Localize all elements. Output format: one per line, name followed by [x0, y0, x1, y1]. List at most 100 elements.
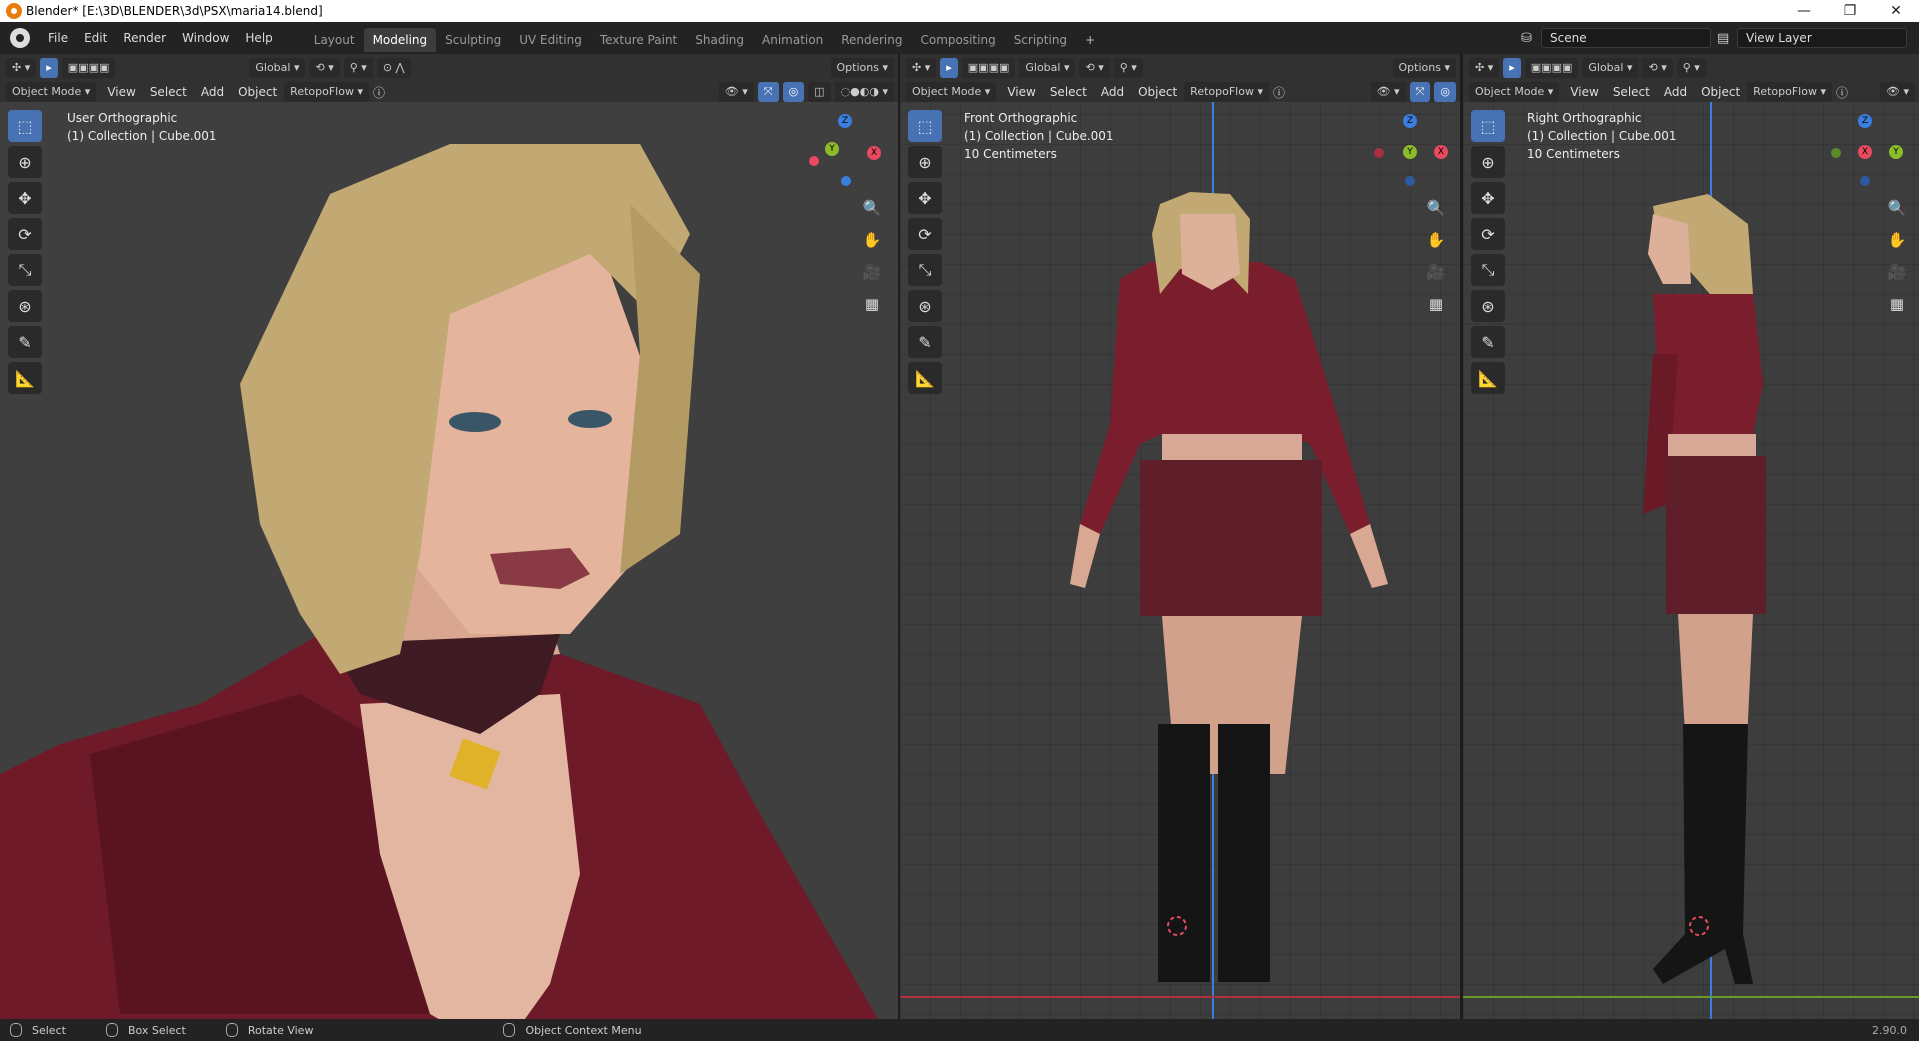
menu-select[interactable]: Select: [1043, 85, 1094, 99]
navigation-gizmo[interactable]: Z X Y: [1831, 110, 1913, 190]
x-axis-icon[interactable]: X: [867, 146, 881, 160]
z-axis-icon[interactable]: Z: [838, 114, 852, 128]
xray-toggle-icon[interactable]: ◫: [808, 82, 831, 102]
snap-icon[interactable]: ⚲ ▾: [343, 58, 373, 78]
mode-dropdown[interactable]: Object Mode ▾: [6, 82, 97, 102]
view-layer-icon[interactable]: ▤: [1717, 31, 1737, 46]
neg-x-axis-icon[interactable]: [809, 156, 819, 166]
measure-icon[interactable]: 📐: [908, 362, 942, 394]
camera-icon[interactable]: 🎥: [1883, 258, 1911, 286]
rotate-icon[interactable]: ⟳: [908, 218, 942, 250]
zoom-icon[interactable]: 🔍: [858, 194, 886, 222]
scene-selector[interactable]: Scene: [1541, 28, 1711, 48]
visibility-icon[interactable]: 👁 ▾: [1370, 82, 1406, 102]
select-box-icon[interactable]: ⬚: [1471, 110, 1505, 142]
y-axis-icon[interactable]: Y: [1889, 145, 1903, 159]
rotate-icon[interactable]: ⟳: [1471, 218, 1505, 250]
select-box-icon[interactable]: ⬚: [8, 110, 42, 142]
gizmo-toggle-icon[interactable]: ⤧: [757, 82, 779, 102]
restore-button[interactable]: ❐: [1827, 0, 1873, 22]
transform-icon[interactable]: ⊛: [908, 290, 942, 322]
view-layer-selector[interactable]: View Layer: [1737, 28, 1907, 48]
tab-uv-editing[interactable]: UV Editing: [510, 28, 591, 52]
menu-add[interactable]: Add: [1657, 85, 1694, 99]
transform-orientation-dropdown[interactable]: Global ▾: [1019, 58, 1076, 78]
viewport-user[interactable]: ✣ ▾ ▸ ▣▣▣▣ Global ▾ ⟲ ▾ ⚲ ▾ ⊙ ⋀ Options …: [0, 54, 898, 1019]
neg-z-axis-icon[interactable]: [1405, 176, 1415, 186]
menu-edit[interactable]: Edit: [76, 27, 115, 49]
select-mode-icon[interactable]: ▸: [1503, 58, 1521, 78]
scale-icon[interactable]: ⤡: [1471, 254, 1505, 286]
editor-type-icon[interactable]: ✣ ▾: [1469, 58, 1500, 78]
cursor-icon[interactable]: ⊕: [908, 146, 942, 178]
help-icon[interactable]: ⓘ: [373, 84, 385, 101]
tab-compositing[interactable]: Compositing: [911, 28, 1004, 52]
menu-object[interactable]: Object: [231, 85, 284, 99]
move-icon[interactable]: ✥: [908, 182, 942, 214]
retopoflow-dropdown[interactable]: RetopoFlow ▾: [284, 82, 369, 102]
annotate-icon[interactable]: ✎: [8, 326, 42, 358]
tab-scripting[interactable]: Scripting: [1005, 28, 1076, 52]
cursor-icon[interactable]: ⊕: [1471, 146, 1505, 178]
y-axis-icon[interactable]: Y: [825, 142, 839, 156]
scale-icon[interactable]: ⤡: [908, 254, 942, 286]
menu-object[interactable]: Object: [1694, 85, 1747, 99]
menu-select[interactable]: Select: [1606, 85, 1657, 99]
selection-mode-buttons[interactable]: ▣▣▣▣: [1524, 58, 1579, 78]
tab-modeling[interactable]: Modeling: [363, 28, 437, 52]
zoom-icon[interactable]: 🔍: [1883, 194, 1911, 222]
x-axis-icon[interactable]: X: [1434, 145, 1448, 159]
transform-icon[interactable]: ⊛: [8, 290, 42, 322]
pan-hand-icon[interactable]: ✋: [1422, 226, 1450, 254]
tab-animation[interactable]: Animation: [753, 28, 832, 52]
annotate-icon[interactable]: ✎: [908, 326, 942, 358]
retopoflow-dropdown[interactable]: RetopoFlow ▾: [1747, 82, 1832, 102]
z-axis-icon[interactable]: Z: [1403, 114, 1417, 128]
annotate-icon[interactable]: ✎: [1471, 326, 1505, 358]
menu-file[interactable]: File: [40, 27, 76, 49]
move-icon[interactable]: ✥: [1471, 182, 1505, 214]
measure-icon[interactable]: 📐: [8, 362, 42, 394]
proportional-edit-icon[interactable]: ⊙ ⋀: [376, 58, 411, 78]
selection-mode-buttons[interactable]: ▣▣▣▣: [961, 58, 1016, 78]
transform-orientation-dropdown[interactable]: Global ▾: [1582, 58, 1639, 78]
menu-add[interactable]: Add: [194, 85, 231, 99]
minimize-button[interactable]: —: [1781, 0, 1827, 22]
transform-orientation-dropdown[interactable]: Global ▾: [249, 58, 306, 78]
pivot-icon[interactable]: ⟲ ▾: [309, 58, 340, 78]
menu-render[interactable]: Render: [115, 27, 174, 49]
menu-add[interactable]: Add: [1094, 85, 1131, 99]
editor-type-icon[interactable]: ✣ ▾: [906, 58, 937, 78]
neg-x-axis-icon[interactable]: [1374, 148, 1384, 158]
menu-view[interactable]: View: [1000, 85, 1042, 99]
scene-icon[interactable]: ⛁: [1521, 31, 1541, 46]
pivot-icon[interactable]: ⟲ ▾: [1079, 58, 1110, 78]
cursor-icon[interactable]: ⊕: [8, 146, 42, 178]
y-axis-icon[interactable]: Y: [1403, 145, 1417, 159]
x-axis-icon[interactable]: X: [1858, 145, 1872, 159]
mode-dropdown[interactable]: Object Mode ▾: [906, 82, 997, 102]
navigation-gizmo[interactable]: Z Y X: [1370, 110, 1450, 190]
help-icon[interactable]: ⓘ: [1836, 84, 1848, 101]
editor-type-icon[interactable]: ✣ ▾: [6, 58, 37, 78]
selection-mode-buttons[interactable]: ▣▣▣▣: [61, 58, 116, 78]
rotate-icon[interactable]: ⟳: [8, 218, 42, 250]
visibility-icon[interactable]: 👁 ▾: [1880, 82, 1915, 102]
measure-icon[interactable]: 📐: [1471, 362, 1505, 394]
menu-view[interactable]: View: [1563, 85, 1605, 99]
scale-icon[interactable]: ⤡: [8, 254, 42, 286]
neg-y-axis-icon[interactable]: [1831, 148, 1841, 158]
help-icon[interactable]: ⓘ: [1273, 84, 1285, 101]
shading-mode-icons[interactable]: ◌●◐◑ ▾: [834, 82, 894, 102]
neg-z-axis-icon[interactable]: [841, 176, 851, 186]
select-box-icon[interactable]: ⬚: [908, 110, 942, 142]
tab-shading[interactable]: Shading: [686, 28, 753, 52]
pivot-icon[interactable]: ⟲ ▾: [1642, 58, 1673, 78]
move-icon[interactable]: ✥: [8, 182, 42, 214]
tab-sculpting[interactable]: Sculpting: [436, 28, 510, 52]
options-dropdown[interactable]: Options ▾: [1392, 58, 1456, 78]
menu-select[interactable]: Select: [143, 85, 194, 99]
z-axis-icon[interactable]: Z: [1858, 114, 1872, 128]
close-button[interactable]: ✕: [1873, 0, 1919, 22]
menu-help[interactable]: Help: [237, 27, 280, 49]
